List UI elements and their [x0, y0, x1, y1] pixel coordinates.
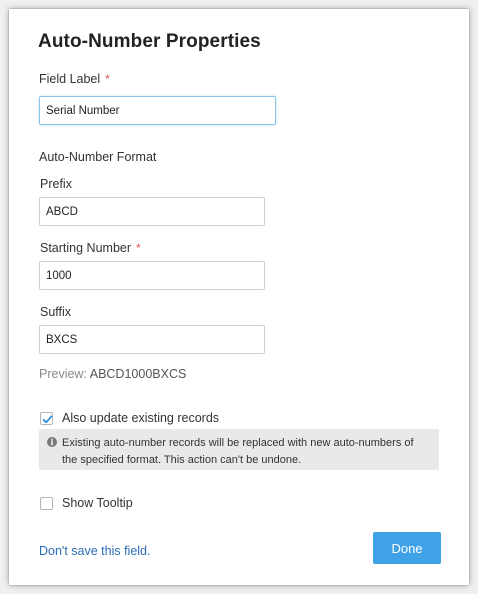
- show-tooltip-row[interactable]: Show Tooltip: [40, 496, 133, 510]
- checkmark-icon: [42, 415, 53, 423]
- prefix-label: Prefix: [40, 177, 72, 191]
- starting-number-caption: Starting Number *: [40, 241, 141, 255]
- info-icon: i: [47, 437, 57, 447]
- show-tooltip-label: Show Tooltip: [62, 496, 133, 510]
- suffix-input[interactable]: [39, 325, 265, 354]
- update-existing-row[interactable]: Also update existing records: [40, 411, 219, 425]
- update-existing-label: Also update existing records: [62, 411, 220, 425]
- info-message-text: Existing auto-number records will be rep…: [62, 437, 414, 466]
- dialog-title: Auto-Number Properties: [38, 31, 261, 52]
- required-mark: *: [105, 72, 110, 86]
- field-label-caption: Field Label *: [39, 72, 110, 86]
- auto-number-properties-dialog: Auto-Number Properties Field Label * Auto…: [9, 9, 469, 585]
- auto-number-format-heading: Auto-Number Format: [39, 150, 157, 164]
- preview-value: ABCD1000BXCS: [89, 367, 187, 381]
- field-label-input[interactable]: [39, 96, 276, 125]
- preview-line: Preview: ABCD1000BXCS: [39, 367, 186, 381]
- prefix-input[interactable]: [39, 197, 265, 226]
- starting-number-input[interactable]: [39, 261, 265, 290]
- done-button[interactable]: Done: [373, 532, 441, 564]
- field-label-text: Field Label: [39, 72, 101, 86]
- required-mark: *: [136, 241, 141, 255]
- dont-save-field-link[interactable]: Don't save this field.: [39, 544, 150, 558]
- suffix-label: Suffix: [40, 305, 72, 319]
- info-message-box: i Existing auto-number records will be r…: [39, 429, 439, 470]
- update-existing-checkbox[interactable]: [40, 411, 53, 425]
- show-tooltip-checkbox[interactable]: [40, 496, 53, 510]
- starting-number-label: Starting Number: [40, 241, 132, 255]
- preview-label: Preview:: [39, 367, 87, 381]
